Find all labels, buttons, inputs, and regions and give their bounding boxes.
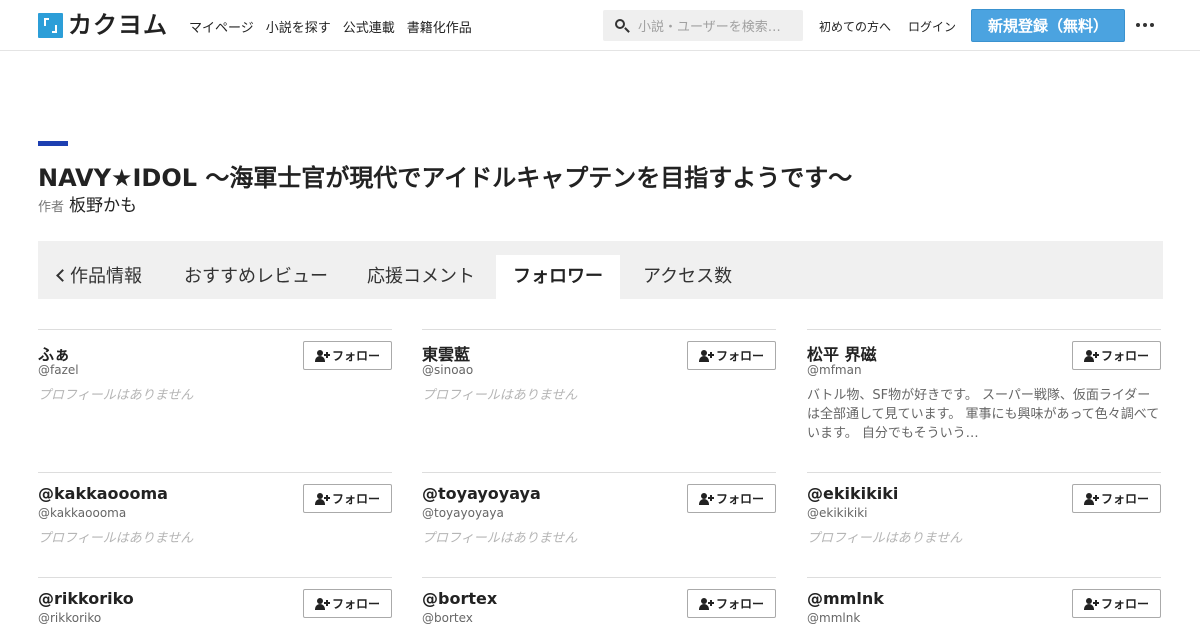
- follow-button[interactable]: フォロー: [303, 484, 392, 513]
- work-tabs: 作品情報 おすすめレビュー 応援コメント フォロワー アクセス数: [38, 241, 1163, 299]
- follower-bio: プロフィールはありません: [422, 388, 578, 403]
- follower-id: @rikkoriko: [38, 611, 102, 625]
- follow-button[interactable]: フォロー: [687, 484, 776, 513]
- main-nav: マイページ 小説を探す 公式連載 書籍化作品: [189, 17, 472, 36]
- nav-find-novels[interactable]: 小説を探す: [266, 17, 331, 36]
- follower-id: @kakkaoooma: [38, 506, 127, 520]
- add-user-icon: [314, 349, 330, 362]
- follower-name[interactable]: @mmlnk: [807, 589, 884, 608]
- follower-card: @toyayoyaya @toyayoyaya プロフィールはありません フォロ…: [422, 472, 776, 562]
- nav-official-series[interactable]: 公式連載: [343, 17, 395, 36]
- follower-name[interactable]: @kakkaoooma: [38, 484, 168, 503]
- follower-card: 松平 界磁 @mfman バトル物、SF物が好きです。 スーパー戦隊、仮面ライダ…: [807, 329, 1161, 449]
- add-user-icon: [1083, 349, 1099, 362]
- follow-label: フォロー: [715, 492, 764, 506]
- title-accent-bar: [38, 141, 68, 146]
- follow-label: フォロー: [715, 349, 764, 363]
- work-title[interactable]: NAVY★IDOL ～海軍士官が現代でアイドルキャプテンを目指すようです～: [38, 158, 852, 193]
- chevron-left-icon: [56, 269, 69, 282]
- first-time-link[interactable]: 初めての方へ: [819, 18, 891, 35]
- follow-button[interactable]: フォロー: [303, 589, 392, 618]
- follower-card: ふぁ @fazel プロフィールはありません フォロー: [38, 329, 392, 449]
- follow-button[interactable]: フォロー: [1072, 341, 1161, 370]
- search-icon: [615, 18, 630, 33]
- follower-bio: プロフィールはありません: [422, 531, 578, 546]
- follower-card: @mmlnk @mmlnk フォロー: [807, 577, 1161, 630]
- follower-name[interactable]: @ekikikiki: [807, 484, 898, 503]
- follower-id: @fazel: [38, 363, 79, 377]
- follower-id: @bortex: [422, 611, 473, 625]
- follower-name[interactable]: 松平 界磁: [807, 341, 877, 365]
- follower-id: @mfman: [807, 363, 862, 377]
- follower-name[interactable]: @rikkoriko: [38, 589, 134, 608]
- follower-name[interactable]: 東雲藍: [422, 341, 470, 365]
- tab-comments[interactable]: 応援コメント: [367, 255, 475, 299]
- follow-label: フォロー: [1100, 492, 1149, 506]
- follower-bio: プロフィールはありません: [807, 531, 963, 546]
- follower-id: @toyayoyaya: [422, 506, 504, 520]
- follower-card: @ekikikiki @ekikikiki プロフィールはありません フォロー: [807, 472, 1161, 562]
- follow-label: フォロー: [331, 597, 380, 611]
- follow-button[interactable]: フォロー: [1072, 589, 1161, 618]
- tab-reviews[interactable]: おすすめレビュー: [184, 255, 328, 299]
- nav-published-works[interactable]: 書籍化作品: [407, 17, 472, 36]
- logo-icon: [38, 13, 63, 38]
- follow-label: フォロー: [1100, 349, 1149, 363]
- login-link[interactable]: ログイン: [908, 18, 956, 35]
- follower-bio: プロフィールはありません: [38, 531, 194, 546]
- signup-button[interactable]: 新規登録（無料）: [971, 9, 1125, 42]
- nav-mypage[interactable]: マイページ: [189, 17, 254, 36]
- follow-button[interactable]: フォロー: [1072, 484, 1161, 513]
- follower-card: 東雲藍 @sinoao プロフィールはありません フォロー: [422, 329, 776, 449]
- author-line: 作者 板野かも: [38, 191, 137, 216]
- follower-card: @bortex @bortex フォロー: [422, 577, 776, 630]
- tab-work-info[interactable]: 作品情報: [56, 255, 142, 299]
- more-menu-icon[interactable]: [1136, 23, 1154, 27]
- follower-bio: プロフィールはありません: [38, 388, 194, 403]
- author-label: 作者: [38, 200, 65, 215]
- author-name[interactable]: 板野かも: [69, 191, 137, 216]
- tab-followers[interactable]: フォロワー: [496, 255, 620, 299]
- follower-name[interactable]: @toyayoyaya: [422, 484, 541, 503]
- site-logo[interactable]: カクヨム: [38, 13, 168, 38]
- search-box[interactable]: 小説・ユーザーを検索…: [603, 10, 803, 41]
- follower-name[interactable]: ふぁ: [38, 341, 70, 365]
- follow-label: フォロー: [331, 492, 380, 506]
- add-user-icon: [698, 349, 714, 362]
- tab-access[interactable]: アクセス数: [643, 255, 732, 299]
- follow-label: フォロー: [331, 349, 380, 363]
- follow-label: フォロー: [1100, 597, 1149, 611]
- follow-button[interactable]: フォロー: [303, 341, 392, 370]
- follower-bio: バトル物、SF物が好きです。 スーパー戦隊、仮面ライダーは全部通して見ています。…: [807, 388, 1160, 441]
- add-user-icon: [1083, 492, 1099, 505]
- follower-id: @mmlnk: [807, 611, 861, 625]
- follower-name[interactable]: @bortex: [422, 589, 497, 608]
- add-user-icon: [314, 492, 330, 505]
- search-input[interactable]: 小説・ユーザーを検索…: [638, 16, 793, 35]
- add-user-icon: [1083, 597, 1099, 610]
- add-user-icon: [698, 597, 714, 610]
- follower-id: @ekikikiki: [807, 506, 868, 520]
- follow-button[interactable]: フォロー: [687, 341, 776, 370]
- site-header: カクヨム マイページ 小説を探す 公式連載 書籍化作品 小説・ユーザーを検索… …: [0, 0, 1200, 51]
- follower-id: @sinoao: [422, 363, 474, 377]
- tab-label: 作品情報: [70, 266, 142, 287]
- follow-button[interactable]: フォロー: [687, 589, 776, 618]
- follower-card: @kakkaoooma @kakkaoooma プロフィールはありません フォロ…: [38, 472, 392, 562]
- add-user-icon: [314, 597, 330, 610]
- follower-card: @rikkoriko @rikkoriko フォロー: [38, 577, 392, 630]
- add-user-icon: [698, 492, 714, 505]
- logo-text: カクヨム: [68, 11, 168, 39]
- follow-label: フォロー: [715, 597, 764, 611]
